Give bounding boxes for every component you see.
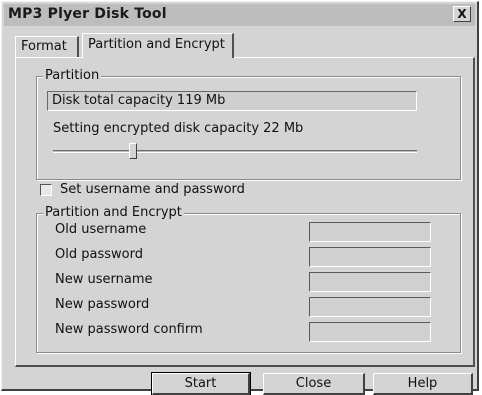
old-username-label: Old username bbox=[55, 222, 147, 237]
partition-legend: Partition bbox=[43, 68, 102, 83]
new-username-field[interactable] bbox=[309, 272, 431, 292]
old-password-label: Old password bbox=[55, 247, 143, 262]
title-bar: MP3 Plyer Disk Tool X bbox=[4, 4, 475, 26]
encrypted-capacity-slider-thumb[interactable] bbox=[129, 143, 138, 159]
dialog-window: MP3 Plyer Disk Tool X Format Partition a… bbox=[1, 1, 479, 395]
encrypted-capacity-label: Setting encrypted disk capacity 22 Mb bbox=[53, 121, 304, 136]
close-button[interactable]: Close bbox=[263, 373, 365, 395]
partition-encrypt-legend: Partition and Encrypt bbox=[43, 205, 184, 220]
disk-total-capacity-field: Disk total capacity 119 Mb bbox=[47, 91, 417, 111]
new-password-label: New password bbox=[55, 297, 150, 312]
tab-format[interactable]: Format bbox=[15, 36, 79, 57]
set-username-password-label[interactable]: Set username and password bbox=[60, 182, 245, 197]
window-title: MP3 Plyer Disk Tool bbox=[8, 6, 167, 22]
encrypted-capacity-slider-track[interactable] bbox=[53, 150, 417, 153]
tab-partition-and-encrypt[interactable]: Partition and Encrypt bbox=[82, 33, 234, 58]
new-username-label: New username bbox=[55, 272, 153, 287]
old-username-field[interactable] bbox=[309, 222, 431, 242]
close-icon: X bbox=[457, 7, 467, 21]
new-password-confirm-field[interactable] bbox=[309, 322, 431, 342]
help-button[interactable]: Help bbox=[373, 373, 473, 395]
set-username-password-checkbox[interactable] bbox=[40, 184, 52, 196]
close-window-button[interactable]: X bbox=[453, 6, 471, 22]
old-password-field[interactable] bbox=[309, 247, 431, 267]
new-password-field[interactable] bbox=[309, 297, 431, 317]
new-password-confirm-label: New password confirm bbox=[55, 322, 203, 337]
tab-panel-partition-and-encrypt: Partition Disk total capacity 119 Mb Set… bbox=[15, 57, 475, 367]
partition-groupbox: Partition Disk total capacity 119 Mb Set… bbox=[36, 68, 461, 180]
partition-encrypt-groupbox: Partition and Encrypt Old username Old p… bbox=[36, 205, 461, 353]
start-button[interactable]: Start bbox=[151, 372, 251, 395]
